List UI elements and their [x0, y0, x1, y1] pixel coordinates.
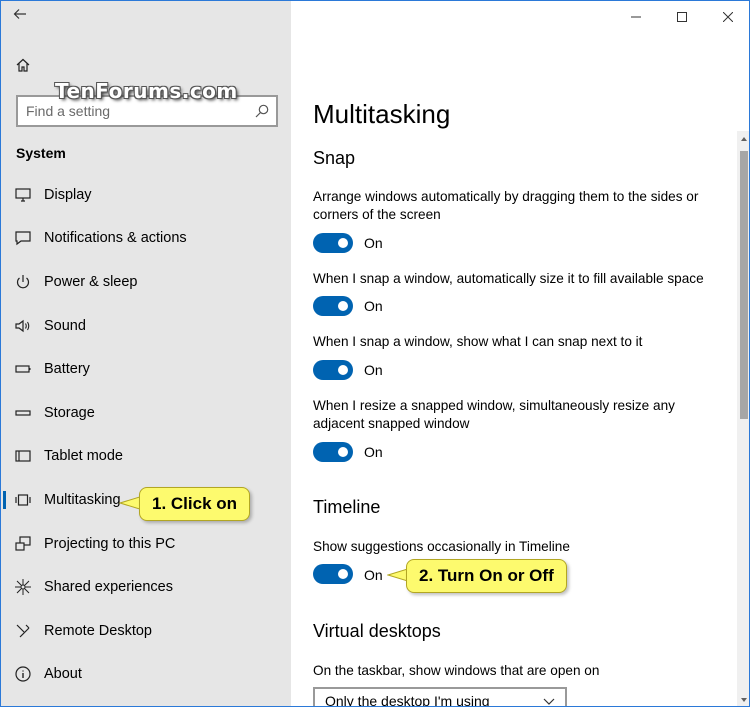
section-title: System: [16, 145, 66, 161]
sidebar-item-label: Display: [44, 186, 92, 203]
snap-setting-4-state: On: [364, 444, 383, 460]
scrollbar-thumb[interactable]: [740, 151, 748, 419]
sidebar-item-power[interactable]: Power & sleep: [1, 260, 291, 304]
callout-step-1: 1. Click on: [139, 487, 251, 521]
sidebar-nav: Display Notifications & actions Power & …: [1, 173, 291, 696]
sidebar-item-tablet-mode[interactable]: Tablet mode: [1, 435, 291, 479]
minimize-icon: [631, 16, 641, 18]
sidebar-item-label: Power & sleep: [44, 273, 138, 290]
sidebar-item-remote-desktop[interactable]: Remote Desktop: [1, 609, 291, 653]
sidebar-item-label: Shared experiences: [44, 579, 173, 596]
sidebar-item-label: About: [44, 666, 82, 683]
projecting-icon: [15, 535, 31, 551]
sidebar-item-label: Storage: [44, 404, 95, 421]
minimize-button[interactable]: [613, 1, 659, 33]
snap-setting-1-text: Arrange windows automatically by draggin…: [313, 189, 699, 222]
toggle-knob: [338, 301, 348, 311]
snap-setting-1-state: On: [364, 235, 383, 251]
tablet-mode-icon: [15, 450, 31, 462]
sidebar-item-storage[interactable]: Storage: [1, 391, 291, 435]
multitasking-icon: [15, 494, 31, 506]
toggle-knob: [338, 569, 348, 579]
monitor-icon: [15, 188, 31, 202]
window-controls: [613, 1, 749, 33]
home-icon: [16, 58, 30, 72]
snap-setting-3-text: When I snap a window, show what I can sn…: [313, 334, 643, 349]
maximize-icon: [677, 12, 687, 22]
snap-setting-1-toggle[interactable]: [313, 233, 353, 253]
snap-setting-4-text: When I resize a snapped window, simultan…: [313, 398, 675, 431]
info-icon: [15, 666, 31, 682]
virtual-desktops-heading: Virtual desktops: [313, 621, 441, 641]
sidebar-item-label: Projecting to this PC: [44, 535, 176, 552]
scroll-down-icon[interactable]: [740, 696, 748, 704]
sidebar-item-label: Tablet mode: [44, 448, 123, 465]
sidebar-item-label: Notifications & actions: [44, 230, 187, 247]
close-icon: [723, 12, 733, 22]
watermark: TenForums.com: [55, 79, 238, 103]
callout-step-2: 2. Turn On or Off: [406, 559, 567, 593]
back-arrow-icon: [13, 9, 26, 19]
snap-heading: Snap: [313, 148, 356, 168]
snap-setting-2-state: On: [364, 298, 383, 314]
close-button[interactable]: [705, 1, 749, 33]
taskbar-windows-dropdown[interactable]: Only the desktop I'm using: [313, 687, 567, 707]
main-panel: Multitasking Snap Arrange windows automa…: [291, 1, 749, 707]
snap-setting-2-toggle[interactable]: [313, 296, 353, 316]
taskbar-windows-label: On the taskbar, show windows that are op…: [313, 663, 600, 678]
back-button[interactable]: [13, 7, 33, 27]
sidebar-item-shared-experiences[interactable]: Shared experiences: [1, 565, 291, 609]
sidebar-item-about[interactable]: About: [1, 653, 291, 697]
sidebar: TenForums.com System Display Notificatio…: [1, 1, 291, 706]
sidebar-item-projecting[interactable]: Projecting to this PC: [1, 522, 291, 566]
search-input[interactable]: [26, 102, 246, 120]
battery-icon: [15, 365, 31, 373]
timeline-toggle[interactable]: [313, 564, 353, 584]
sidebar-item-battery[interactable]: Battery: [1, 347, 291, 391]
page-title: Multitasking: [313, 99, 451, 129]
storage-icon: [15, 410, 31, 416]
settings-window: TenForums.com System Display Notificatio…: [0, 0, 750, 707]
snap-setting-3-toggle[interactable]: [313, 360, 353, 380]
notification-icon: [15, 231, 31, 246]
sidebar-item-label: Sound: [44, 317, 86, 334]
sidebar-item-label: Multitasking: [44, 491, 121, 508]
sidebar-item-notifications[interactable]: Notifications & actions: [1, 217, 291, 261]
snap-setting-4-toggle[interactable]: [313, 442, 353, 462]
timeline-setting-state: On: [364, 567, 383, 583]
sidebar-item-display[interactable]: Display: [1, 173, 291, 217]
toggle-knob: [338, 365, 348, 375]
maximize-button[interactable]: [659, 1, 705, 33]
speaker-icon: [15, 319, 30, 332]
power-icon: [16, 274, 30, 289]
snap-setting-3-state: On: [364, 362, 383, 378]
toggle-knob: [338, 447, 348, 457]
timeline-heading: Timeline: [313, 497, 381, 517]
sidebar-item-label: Battery: [44, 361, 90, 378]
chevron-down-icon: [543, 698, 555, 705]
scroll-up-icon[interactable]: [740, 135, 748, 143]
sidebar-item-label: Remote Desktop: [44, 622, 152, 639]
shared-icon: [15, 579, 31, 596]
home-button[interactable]: [15, 57, 35, 77]
search-icon[interactable]: [254, 103, 270, 119]
remote-desktop-icon: [16, 624, 30, 638]
timeline-setting-text: Show suggestions occasionally in Timelin…: [313, 539, 570, 554]
sidebar-item-sound[interactable]: Sound: [1, 304, 291, 348]
snap-setting-2-text: When I snap a window, automatically size…: [313, 271, 704, 286]
toggle-knob: [338, 238, 348, 248]
dropdown-value: Only the desktop I'm using: [325, 693, 490, 707]
